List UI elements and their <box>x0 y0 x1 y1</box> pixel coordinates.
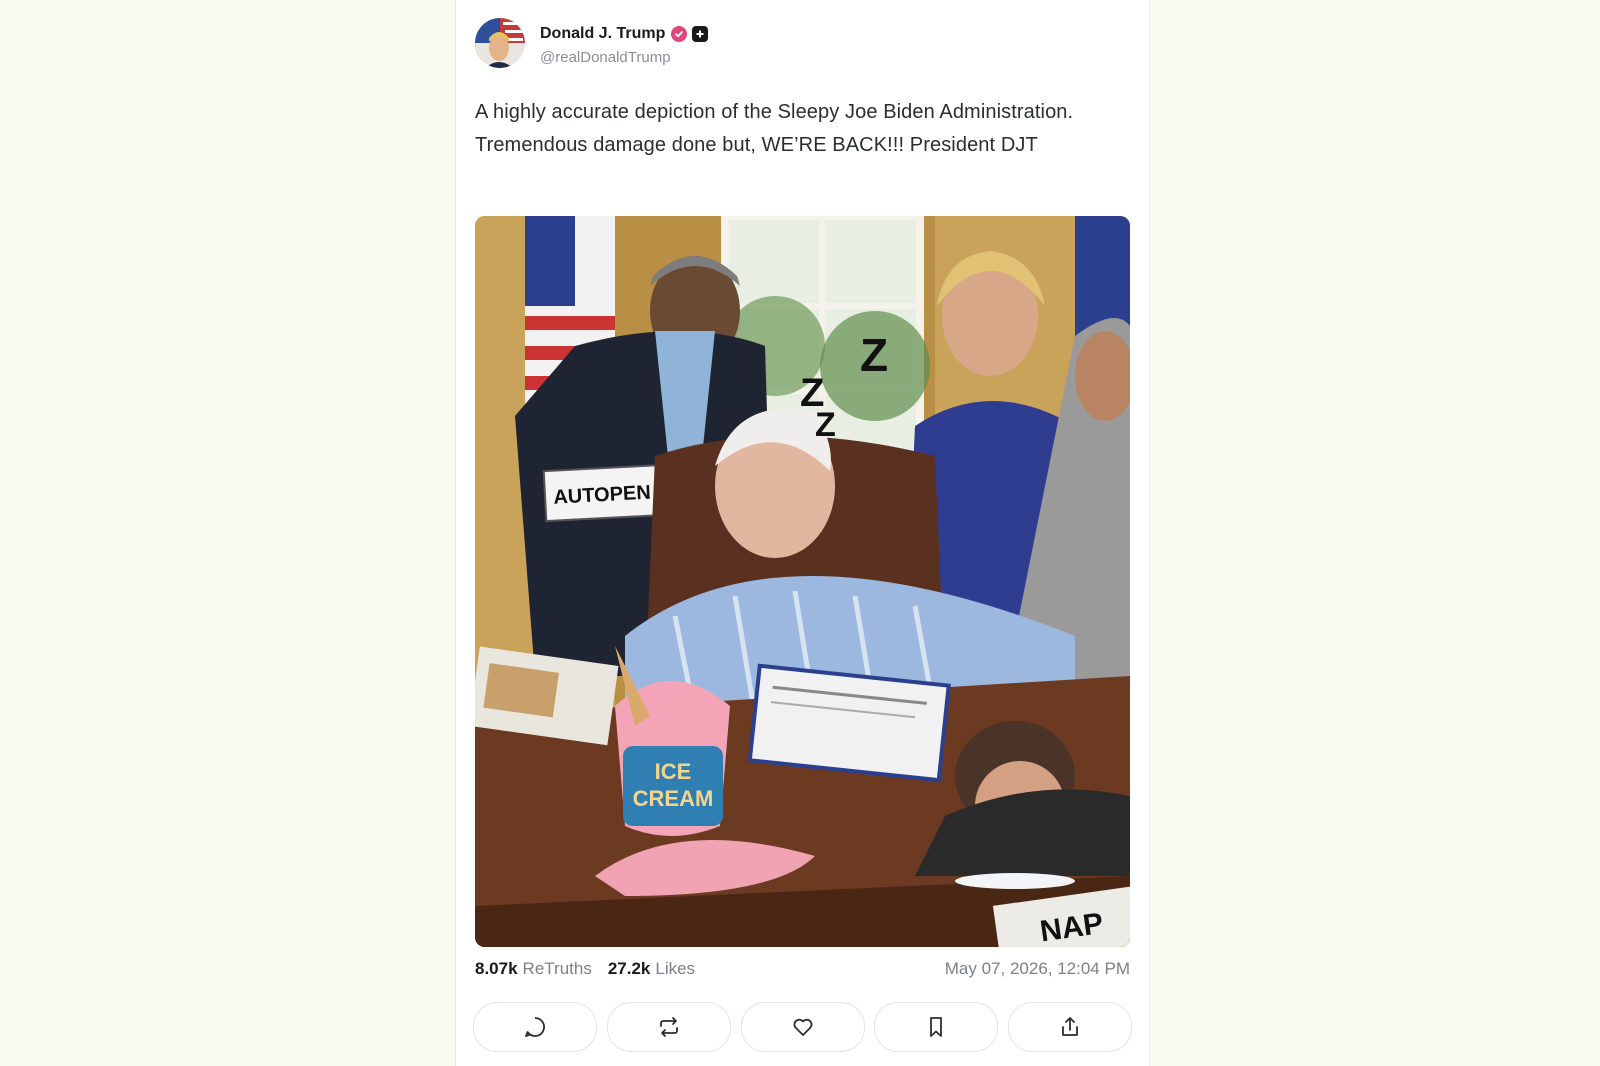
plus-badge-icon <box>692 25 709 42</box>
likes-stat[interactable]: 27.2k Likes <box>608 959 695 979</box>
post-image[interactable]: AUTOPEN Z Z Z ICE CREAM NAP <box>475 216 1130 947</box>
retruths-count: 8.07k <box>475 959 518 978</box>
like-button[interactable] <box>740 1002 865 1052</box>
retruths-stat[interactable]: 8.07k ReTruths <box>475 959 592 979</box>
share-button[interactable] <box>1008 1002 1132 1052</box>
post-stats: 8.07k ReTruths 27.2k Likes May 07, 2026, 1… <box>475 959 1130 979</box>
retruths-label: ReTruths <box>522 959 592 978</box>
author-name[interactable]: Donald J. Trump <box>540 25 665 43</box>
retruth-button[interactable] <box>606 1002 731 1052</box>
likes-label: Likes <box>655 959 696 978</box>
post-header: Donald J. Trump @realDonaldTrump <box>475 18 709 68</box>
post-actions <box>473 1002 1132 1052</box>
author-handle[interactable]: @realDonaldTrump <box>540 49 708 66</box>
heart-icon <box>793 1018 812 1036</box>
bookmark-icon <box>930 1017 943 1037</box>
post-timestamp[interactable]: May 07, 2026, 12:04 PM <box>945 959 1130 979</box>
sleep-z-3: Z <box>815 406 836 444</box>
author-avatar[interactable] <box>475 18 525 68</box>
bookmark-button[interactable] <box>874 1002 999 1052</box>
repost-icon <box>659 1017 678 1037</box>
verified-badge-icon <box>671 25 688 42</box>
reply-button[interactable] <box>473 1002 597 1052</box>
post-card: Donald J. Trump @realDonaldTrump A highl… <box>455 0 1150 1066</box>
sleep-z-1: Z <box>860 329 888 381</box>
post-text: A highly accurate depiction of the Sleep… <box>475 101 1074 156</box>
ice-cream-label-line1: ICE <box>655 759 692 784</box>
likes-count: 27.2k <box>607 959 651 978</box>
ice-cream-label-line2: CREAM <box>633 786 714 811</box>
comment-icon <box>525 1017 545 1037</box>
share-icon <box>1062 1017 1078 1036</box>
